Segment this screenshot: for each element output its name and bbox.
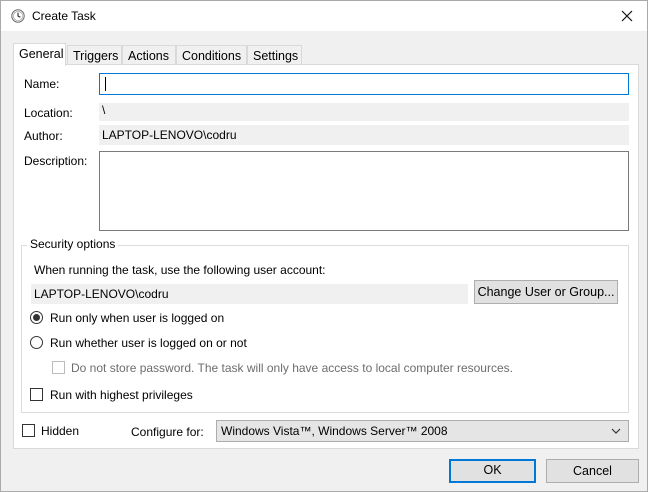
run-whether-logged-on-label[interactable]: Run whether user is logged on or not <box>50 336 247 350</box>
tab-actions[interactable]: Actions <box>122 45 176 65</box>
description-textarea[interactable] <box>99 151 629 231</box>
tab-conditions[interactable]: Conditions <box>176 45 247 65</box>
close-button[interactable] <box>607 1 647 31</box>
do-not-store-password-label: Do not store password. The task will onl… <box>71 361 513 375</box>
tab-settings[interactable]: Settings <box>247 45 302 65</box>
window-title: Create Task <box>32 9 96 23</box>
tab-general[interactable]: General <box>13 43 66 66</box>
chevron-down-icon <box>611 428 621 434</box>
configure-for-label: Configure for: <box>131 425 204 439</box>
name-input[interactable] <box>99 73 629 95</box>
hidden-label[interactable]: Hidden <box>41 424 79 438</box>
title-bar[interactable]: Create Task <box>1 1 647 31</box>
task-scheduler-clock-icon <box>11 9 25 23</box>
tab-triggers[interactable]: Triggers <box>67 45 122 65</box>
user-account-value: LAPTOP-LENOVO\codru <box>31 284 468 304</box>
configure-for-select[interactable]: Windows Vista™, Windows Server™ 2008 <box>216 420 629 442</box>
run-highest-privileges-label[interactable]: Run with highest privileges <box>50 388 193 402</box>
hidden-checkbox[interactable] <box>22 424 35 437</box>
general-tab-panel: Name: Location: \ Author: LAPTOP-LENOVO\… <box>13 64 639 449</box>
security-options-title: Security options <box>27 237 119 251</box>
run-only-logged-on-label[interactable]: Run only when user is logged on <box>50 311 224 325</box>
location-label: Location: <box>24 106 73 120</box>
text-caret <box>105 77 106 91</box>
run-highest-privileges-checkbox[interactable] <box>30 388 43 401</box>
run-only-logged-on-radio[interactable] <box>30 311 43 324</box>
ok-button[interactable]: OK <box>449 459 536 483</box>
author-label: Author: <box>24 129 63 143</box>
description-label: Description: <box>24 154 88 168</box>
location-value: \ <box>99 103 629 121</box>
create-task-dialog: Create Task General Triggers Actions Con… <box>0 0 648 492</box>
name-label: Name: <box>24 77 60 91</box>
change-user-or-group-button[interactable]: Change User or Group... <box>474 280 618 304</box>
do-not-store-password-checkbox[interactable] <box>52 361 65 374</box>
author-value: LAPTOP-LENOVO\codru <box>99 125 629 145</box>
run-whether-logged-on-radio[interactable] <box>30 336 43 349</box>
cancel-button[interactable]: Cancel <box>546 459 639 483</box>
account-prompt: When running the task, use the following… <box>34 263 326 277</box>
close-icon <box>621 10 633 22</box>
